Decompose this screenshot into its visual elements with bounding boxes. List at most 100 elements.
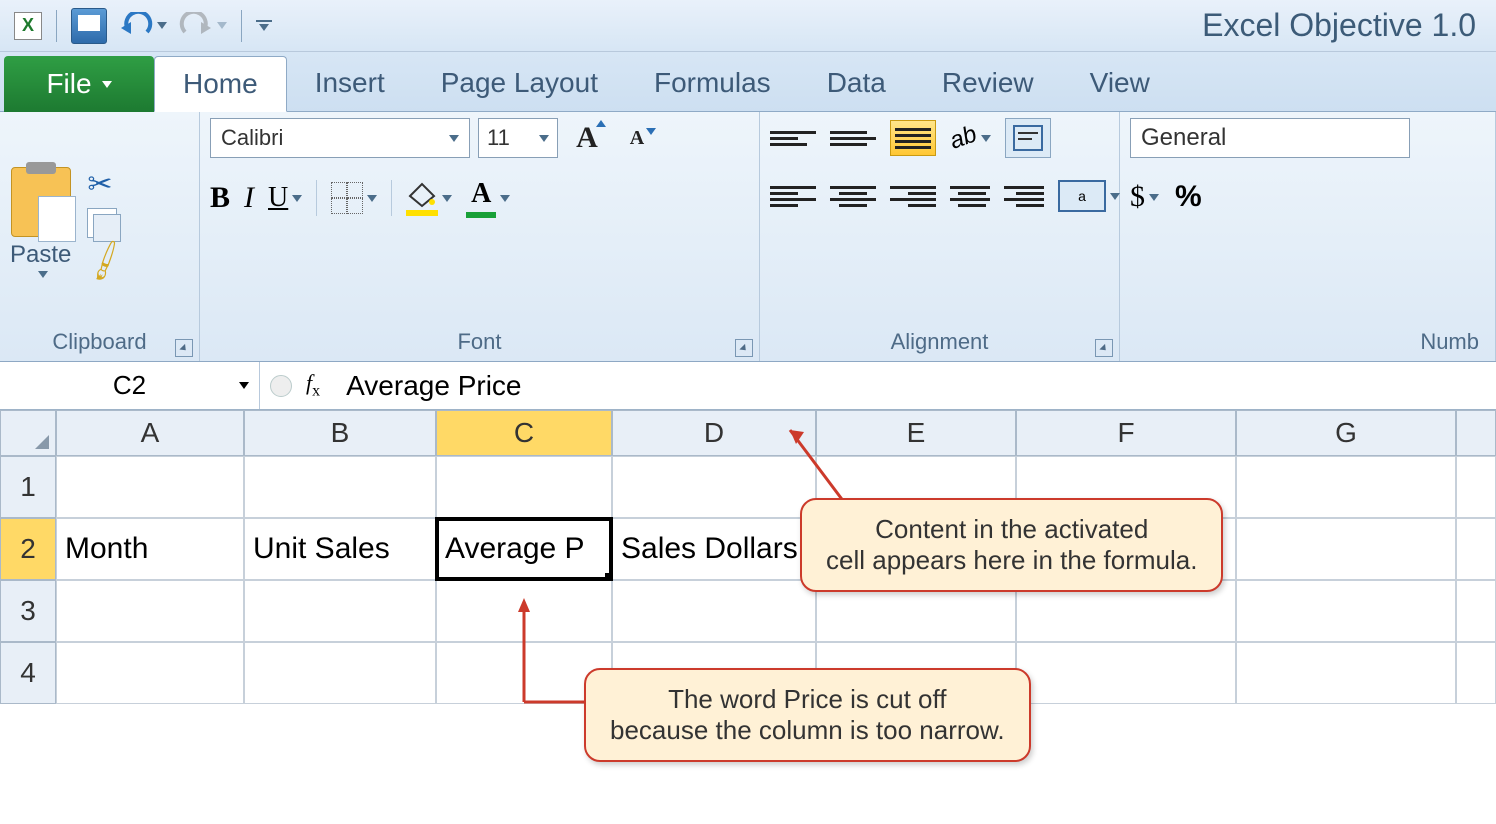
align-middle-button[interactable]	[830, 120, 876, 156]
undo-icon	[119, 12, 153, 40]
formula-bar: C2 fx Average Price	[0, 362, 1496, 410]
accounting-format-button[interactable]: $	[1130, 180, 1159, 214]
file-tab[interactable]: File	[4, 56, 154, 112]
borders-button[interactable]	[331, 182, 377, 214]
alignment-launcher[interactable]	[1095, 339, 1113, 357]
chevron-down-icon	[981, 135, 991, 142]
number-format-dropdown[interactable]: General	[1130, 118, 1410, 158]
group-label-font: Font	[210, 327, 749, 357]
row-header-3[interactable]: 3	[0, 580, 56, 642]
cancel-icon[interactable]	[270, 375, 292, 397]
bold-button[interactable]: B	[210, 181, 230, 215]
align-top-button[interactable]	[770, 120, 816, 156]
col-header-G[interactable]: G	[1236, 410, 1456, 456]
cell-B1[interactable]	[244, 456, 436, 518]
tab-page-layout[interactable]: Page Layout	[413, 55, 626, 111]
paste-label: Paste	[10, 241, 71, 269]
cell-H2[interactable]	[1456, 518, 1496, 580]
bucket-icon	[406, 180, 438, 208]
cell-G1[interactable]	[1236, 456, 1456, 518]
insert-function-button[interactable]: fx	[306, 370, 320, 400]
select-all-corner[interactable]	[0, 410, 56, 456]
col-header-partial[interactable]	[1456, 410, 1496, 456]
row-header-1[interactable]: 1	[0, 456, 56, 518]
align-right-button[interactable]	[890, 178, 936, 214]
separator	[241, 10, 242, 42]
cell-G3[interactable]	[1236, 580, 1456, 642]
spreadsheet-grid: A B C D E F G 1 2 Month Unit Sales Avera…	[0, 410, 1496, 704]
shrink-font-button[interactable]: A	[616, 118, 658, 158]
col-header-C[interactable]: C	[436, 410, 612, 456]
cell-G2[interactable]	[1236, 518, 1456, 580]
format-painter-button[interactable]: 🖌	[82, 237, 131, 285]
cell-D2[interactable]: Sales Dollars	[612, 518, 816, 580]
redo-button[interactable]	[173, 12, 233, 40]
cell-F4[interactable]	[1016, 642, 1236, 704]
row-1: 1	[0, 456, 1496, 518]
tab-insert[interactable]: Insert	[287, 55, 413, 111]
tab-view[interactable]: View	[1062, 55, 1178, 111]
row-header-4[interactable]: 4	[0, 642, 56, 704]
tab-data[interactable]: Data	[799, 55, 914, 111]
orientation-button[interactable]: ab	[950, 124, 991, 152]
excel-icon: X	[14, 12, 42, 40]
underline-button[interactable]: U	[268, 182, 302, 214]
col-header-F[interactable]: F	[1016, 410, 1236, 456]
font-size-dropdown[interactable]: 11	[478, 118, 558, 158]
increase-indent-button[interactable]	[1004, 178, 1044, 214]
customize-qat-button[interactable]	[250, 20, 278, 31]
cell-B2[interactable]: Unit Sales	[244, 518, 436, 580]
row-header-2[interactable]: 2	[0, 518, 56, 580]
align-left-button[interactable]	[770, 178, 816, 214]
tab-home[interactable]: Home	[154, 56, 287, 112]
font-launcher[interactable]	[735, 339, 753, 357]
font-name-dropdown[interactable]: Calibri	[210, 118, 470, 158]
group-label-number: Numb	[1130, 327, 1485, 357]
cell-C2[interactable]: Average P	[436, 518, 612, 580]
save-button[interactable]	[65, 8, 113, 44]
chevron-down-icon	[38, 271, 48, 278]
cell-H3[interactable]	[1456, 580, 1496, 642]
col-header-B[interactable]: B	[244, 410, 436, 456]
cell-D3[interactable]	[612, 580, 816, 642]
dollar-icon: $	[1130, 180, 1145, 214]
cell-C1[interactable]	[436, 456, 612, 518]
cell-A2[interactable]: Month	[56, 518, 244, 580]
cut-button[interactable]: ✂	[87, 167, 125, 202]
row-2: 2 Month Unit Sales Average P Sales Dolla…	[0, 518, 1496, 580]
cell-H4[interactable]	[1456, 642, 1496, 704]
font-color-button[interactable]: A	[466, 178, 510, 218]
formula-input[interactable]: Average Price	[346, 370, 521, 402]
excel-menu-button[interactable]: X	[8, 12, 48, 40]
fill-color-button[interactable]	[406, 180, 452, 216]
ribbon-tabs: File Home Insert Page Layout Formulas Da…	[0, 52, 1496, 112]
tab-review[interactable]: Review	[914, 55, 1062, 111]
name-box-value: C2	[113, 370, 146, 401]
undo-button[interactable]	[113, 12, 173, 40]
name-box[interactable]: C2	[0, 362, 260, 409]
title-bar: X Excel Objective 1.0	[0, 0, 1496, 52]
cell-H1[interactable]	[1456, 456, 1496, 518]
copy-button[interactable]	[87, 208, 117, 238]
chevron-down-icon	[500, 195, 510, 202]
align-bottom-button[interactable]	[890, 120, 936, 156]
paste-button[interactable]: Paste	[10, 167, 71, 278]
clipboard-launcher[interactable]	[175, 339, 193, 357]
annotation-callout-1: Content in the activated cell appears he…	[800, 498, 1223, 592]
cell-A1[interactable]	[56, 456, 244, 518]
paste-icon	[11, 167, 71, 237]
wrap-text-button[interactable]	[1005, 118, 1051, 158]
merge-center-button[interactable]: a	[1058, 180, 1120, 212]
cell-A3[interactable]	[56, 580, 244, 642]
italic-button[interactable]: I	[244, 181, 254, 215]
grow-font-button[interactable]: A	[566, 118, 608, 158]
cell-G4[interactable]	[1236, 642, 1456, 704]
decrease-indent-button[interactable]	[950, 178, 990, 214]
align-center-button[interactable]	[830, 178, 876, 214]
cell-B4[interactable]	[244, 642, 436, 704]
percent-format-button[interactable]: %	[1175, 180, 1202, 214]
tab-formulas[interactable]: Formulas	[626, 55, 799, 111]
col-header-A[interactable]: A	[56, 410, 244, 456]
cell-A4[interactable]	[56, 642, 244, 704]
cell-B3[interactable]	[244, 580, 436, 642]
